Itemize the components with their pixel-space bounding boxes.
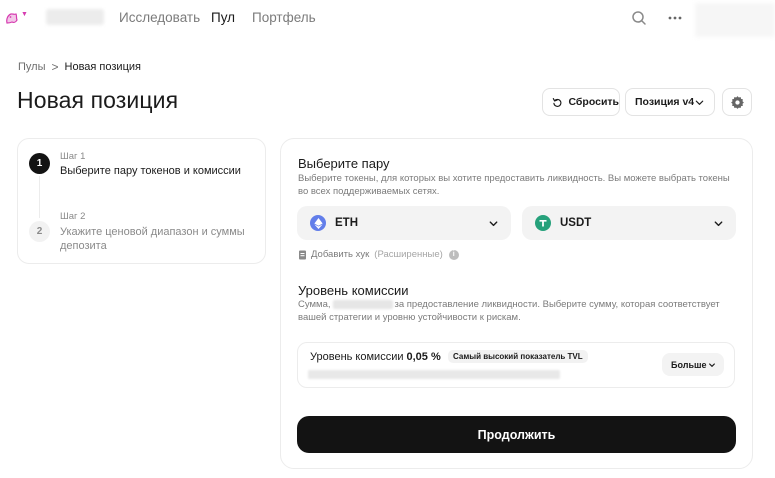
fee-tier-label-text: Уровень комиссии — [310, 351, 404, 363]
token-a-symbol: ETH — [335, 217, 358, 229]
new-position-form: Выберите пару Выберите токены, для котор… — [280, 138, 753, 469]
blurred-wallet-area — [695, 3, 775, 37]
breadcrumb-pools-link[interactable]: Пулы — [18, 61, 46, 73]
page-title: Новая позиция — [17, 87, 179, 113]
reset-button-label: Сбросить — [568, 96, 619, 108]
fee-description-start: Сумма, — [298, 299, 331, 310]
step-connector — [39, 176, 40, 218]
breadcrumb: Пулы > Новая позиция — [18, 60, 141, 74]
token-a-selector[interactable]: ETH — [297, 206, 511, 240]
fee-tier-label: Уровень комиссии 0,05 % — [310, 351, 441, 363]
uniswap-logo-icon[interactable] — [4, 10, 20, 26]
add-hook-label: Добавить хук — [311, 249, 370, 260]
logo-chevron-down-icon[interactable]: ▼ — [21, 11, 28, 18]
more-button-label: Больше — [671, 359, 707, 370]
chevron-down-icon — [714, 221, 723, 227]
fee-section-title: Уровень комиссии — [298, 283, 409, 298]
nav-link-explore[interactable]: Исследовать — [119, 10, 200, 25]
gear-icon — [730, 95, 744, 109]
usdt-icon — [535, 215, 551, 231]
search-icon[interactable] — [630, 9, 648, 27]
blurred-text — [332, 299, 393, 309]
more-fee-tiers-button[interactable]: Больше — [662, 353, 724, 376]
add-hook-advanced: (Расширенные) — [374, 249, 443, 260]
step-1-number: 1 — [29, 153, 50, 174]
blurred-fee-details — [308, 370, 560, 379]
reset-button[interactable]: Сбросить — [542, 88, 620, 116]
breadcrumb-current: Новая позиция — [64, 61, 141, 73]
step-2-number: 2 — [29, 221, 50, 242]
add-hook-link[interactable]: Добавить хук (Расширенные) i — [298, 249, 459, 260]
nav-link-pool[interactable]: Пул — [211, 10, 235, 25]
token-b-symbol: USDT — [560, 217, 592, 229]
nav-link-portfolio[interactable]: Портфель — [252, 10, 316, 25]
more-dots-icon[interactable] — [666, 9, 684, 27]
breadcrumb-separator: > — [51, 60, 59, 74]
eth-icon — [310, 215, 326, 231]
step-1-title[interactable]: Выберите пару токенов и комиссии — [60, 164, 241, 178]
fee-tier-box: Уровень комиссии 0,05 % Самый высокий пок… — [297, 342, 735, 388]
step-1-label: Шаг 1 — [60, 151, 86, 162]
reset-icon — [552, 97, 562, 107]
continue-button[interactable]: Продолжить — [297, 416, 736, 453]
step-2-title: Укажите ценовой диапазон и суммы депозит… — [60, 226, 245, 252]
pair-section-title: Выберите пару — [298, 156, 390, 171]
fee-tier-value: 0,05 % — [406, 351, 441, 363]
top-nav: ▼ Исследовать Пул Портфель — [0, 0, 775, 37]
highest-tvl-badge: Самый высокий показатель TVL — [448, 350, 588, 363]
hook-doc-icon — [299, 250, 306, 259]
blurred-network-selector — [46, 9, 104, 25]
steps-panel: 1 Шаг 1 Выберите пару токенов и комиссии… — [17, 138, 266, 264]
info-icon[interactable]: i — [448, 249, 459, 260]
settings-button[interactable] — [722, 88, 752, 116]
pair-section-description: Выберите токены, для которых вы хотите п… — [298, 173, 730, 197]
chevron-down-icon — [709, 363, 715, 367]
step-2-label: Шаг 2 — [60, 211, 86, 222]
chevron-down-icon — [695, 100, 704, 105]
position-version-label: Позиция v4 — [635, 96, 695, 108]
chevron-down-icon — [489, 221, 498, 227]
token-b-selector[interactable]: USDT — [522, 206, 736, 240]
fee-section-description: Сумма, за предоставление ликвидности. Выб… — [298, 299, 738, 324]
position-version-dropdown[interactable]: Позиция v4 — [625, 88, 715, 116]
